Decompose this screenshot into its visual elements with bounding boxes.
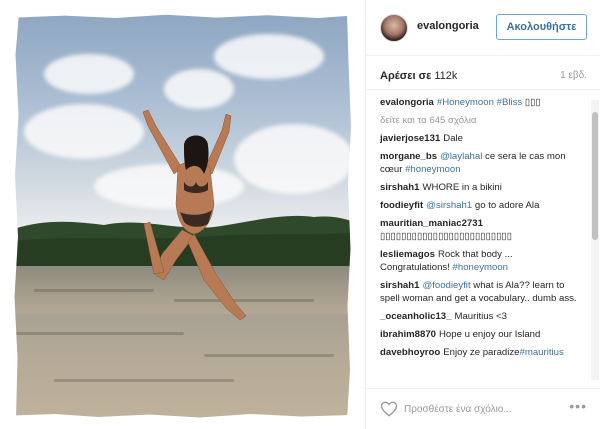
likes-summary[interactable]: Αρέσει σε 112k (380, 70, 457, 82)
comment-item: javierjose131 Dale (380, 132, 585, 145)
comment-text: Hope u enjoy our Island (439, 329, 541, 340)
cloud (214, 34, 324, 79)
comment-text: go to adore Ala (474, 200, 540, 211)
comment-item: sirshah1 @foodieyfit what is Ala?? learn … (380, 279, 585, 305)
comment-text: Mauritius <3 (454, 311, 507, 322)
add-comment-input[interactable] (404, 399, 554, 419)
likes-count: 112k (434, 70, 458, 82)
comment-text: Dale (443, 133, 464, 144)
comment-text: Enjoy ze paradize (443, 347, 520, 358)
caption-username[interactable]: evalongoria (380, 97, 434, 108)
comment-username[interactable]: morgane_bs (380, 151, 437, 162)
comment-username[interactable]: davebhoyroo (380, 347, 440, 358)
comment-text: WHORE in a bikini (422, 182, 502, 193)
cloud (164, 69, 234, 109)
likes-label: Αρέσει σε (380, 70, 432, 82)
hashtag-link[interactable]: #honeymoon (405, 164, 460, 175)
comment-username[interactable]: _oceanholic13_ (380, 311, 451, 322)
ripple (54, 379, 234, 382)
cloud (44, 54, 134, 94)
comment-username[interactable]: mauritian_maniac2731 (380, 218, 483, 229)
heart-icon[interactable] (380, 400, 398, 418)
caption-emoji: ▯▯▯ (524, 97, 541, 108)
comments-list: evalongoria #Honeymoon #Bliss ▯▯▯ δείτε κ… (380, 96, 585, 386)
comments-scrollbar-thumb[interactable] (592, 112, 598, 240)
avatar[interactable] (380, 14, 408, 42)
comment-item: sirshah1 WHORE in a bikini (380, 181, 585, 194)
torn-edge-top (14, 14, 352, 18)
add-comment-bar: ••• (366, 388, 600, 429)
mention-link[interactable]: @sirshah1 (426, 200, 472, 211)
hashtag-link[interactable]: #mauritius (520, 347, 564, 358)
ripple (204, 354, 334, 357)
post-username[interactable]: evalongoria (417, 20, 479, 32)
comment-item: ibrahim8870 Hope u enjoy our Island (380, 328, 585, 341)
post-time[interactable]: 1 εβδ. (560, 70, 587, 81)
caption: evalongoria #Honeymoon #Bliss ▯▯▯ (380, 96, 585, 109)
likes-row: Αρέσει σε 112k 1 εβδ. (366, 56, 600, 90)
comment-text: ▯▯▯▯▯▯▯▯▯▯▯▯▯▯▯▯▯▯▯▯▯▯▯▯▯ (380, 231, 512, 242)
hashtag-link[interactable]: #Honeymoon (437, 97, 494, 108)
comment-username[interactable]: foodieyfit (380, 200, 423, 211)
hashtag-link[interactable]: #honeymoon (453, 262, 508, 273)
post-side-panel: evalongoria Ακολουθήστε Αρέσει σε 112k 1 … (365, 0, 600, 429)
more-options-icon[interactable]: ••• (569, 398, 587, 414)
jumping-woman (142, 109, 247, 321)
post-header: evalongoria Ακολουθήστε (366, 0, 600, 56)
comment-item: foodieyfit @sirshah1 go to adore Ala (380, 199, 585, 212)
comment-item: lesliemagos Rock that body ... Congratula… (380, 248, 585, 274)
comment-item: _oceanholic13_ Mauritius <3 (380, 310, 585, 323)
comment-username[interactable]: sirshah1 (380, 182, 419, 193)
comment-username[interactable]: lesliemagos (380, 249, 435, 260)
mention-link[interactable]: @laylahal (440, 151, 482, 162)
comment-item: morgane_bs @laylahal ce sera le cas mon c… (380, 150, 585, 176)
comment-username[interactable]: ibrahim8870 (380, 329, 436, 340)
hashtag-link[interactable]: #Bliss (497, 97, 523, 108)
comment-username[interactable]: sirshah1 (380, 280, 419, 291)
view-all-comments-link[interactable]: δείτε και τα 645 σχόλια (380, 114, 585, 127)
cloud (24, 104, 144, 159)
comment-username[interactable]: javierjose131 (380, 133, 440, 144)
post-photo[interactable] (14, 14, 352, 419)
follow-button[interactable]: Ακολουθήστε (496, 14, 587, 40)
mention-link[interactable]: @foodieyfit (422, 280, 470, 291)
comment-item: davebhoyroo Enjoy ze paradize#mauritius (380, 346, 585, 359)
post-photo-area (0, 0, 365, 429)
comment-item: mauritian_maniac2731 ▯▯▯▯▯▯▯▯▯▯▯▯▯▯▯▯▯▯▯▯… (380, 217, 585, 243)
